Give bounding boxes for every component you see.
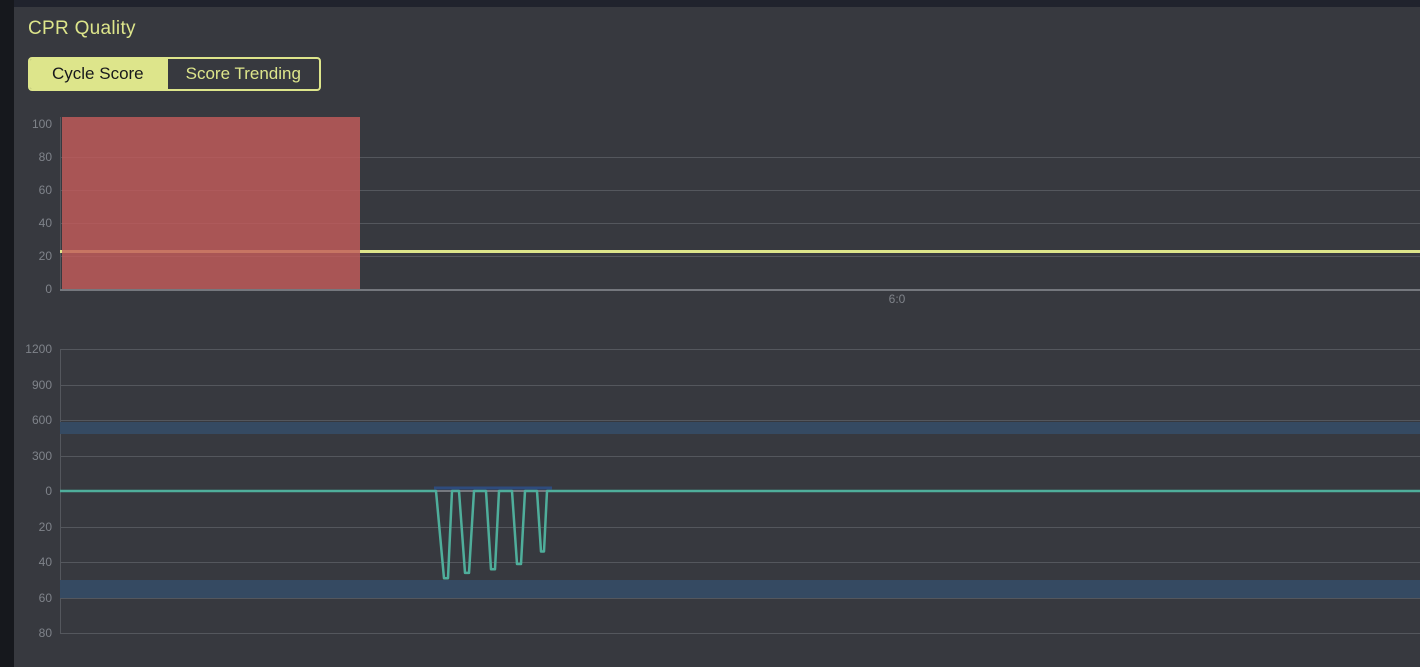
y-tick-label: 60 (8, 591, 52, 605)
y-tick-label: 100 (8, 117, 52, 131)
y-tick-label: 20 (8, 249, 52, 263)
y-tick-label: 900 (8, 378, 52, 392)
y-tick-label: 300 (8, 449, 52, 463)
y-tick-label: 0 (8, 282, 52, 296)
plot-left-axis (60, 117, 61, 290)
compression-depth-trace (60, 491, 1420, 578)
cpr-quality-panel: CPR Quality Cycle Score Score Trending 1… (0, 0, 1420, 667)
charts-area: 100 80 60 40 20 0 6:0 1200 900 600 300 0 20 40 60 80 (0, 0, 1420, 667)
depth-ventilation-traces (60, 349, 1420, 634)
y-tick-label: 600 (8, 413, 52, 427)
y-tick-label: 20 (8, 520, 52, 534)
y-tick-label: 80 (8, 626, 52, 640)
x-axis-line (60, 289, 1420, 291)
y-tick-label: 1200 (8, 342, 52, 356)
x-tick-label: 6:0 (877, 292, 917, 306)
y-tick-label: 40 (8, 555, 52, 569)
y-tick-label: 60 (8, 183, 52, 197)
y-tick-label: 40 (8, 216, 52, 230)
y-tick-label: 80 (8, 150, 52, 164)
cycle-score-region (62, 117, 360, 289)
y-tick-label: 0 (8, 484, 52, 498)
